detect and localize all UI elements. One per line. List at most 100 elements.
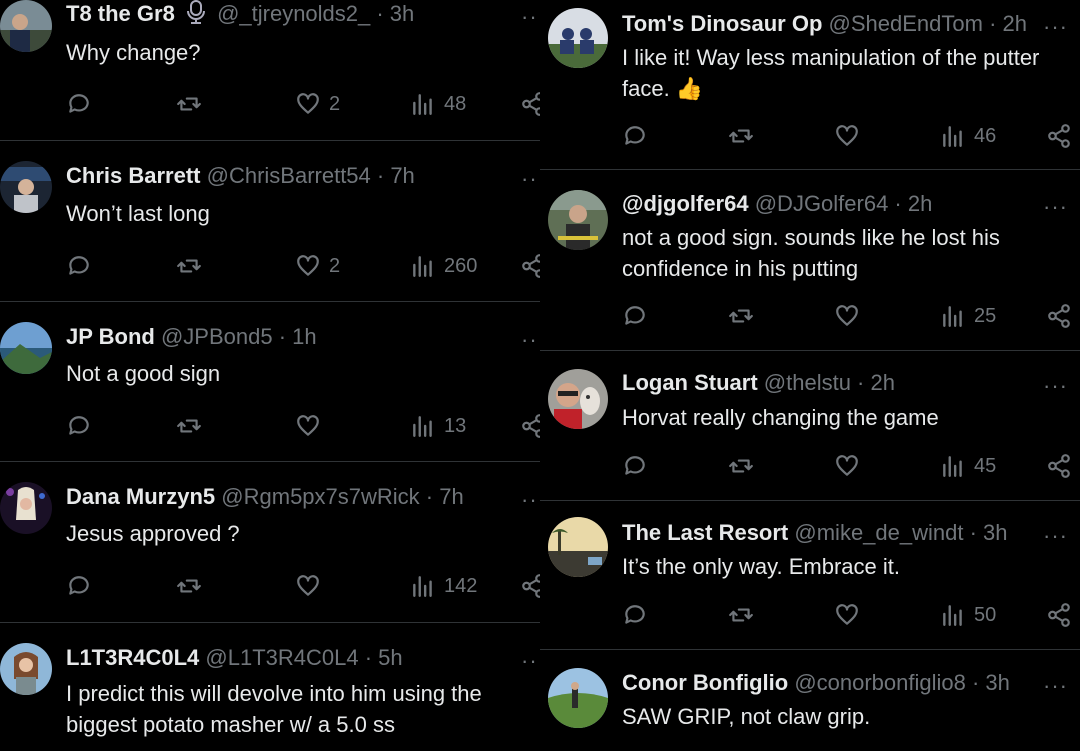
author-handle[interactable]: @DJGolfer64 · 2h	[755, 191, 933, 216]
avatar[interactable]	[0, 0, 52, 52]
reply-tweet[interactable]: Dana Murzyn5 @Rgm5px7s7wRick · 7h ··· Je…	[0, 462, 540, 623]
more-options-icon[interactable]: ···	[1043, 675, 1068, 697]
avatar[interactable]	[548, 369, 608, 429]
reply-button[interactable]	[66, 412, 92, 440]
reply-icon	[69, 256, 89, 275]
reply-button[interactable]	[622, 122, 648, 150]
views-button[interactable]: 13	[410, 412, 466, 440]
views-button[interactable]: 260	[410, 252, 477, 280]
like-button[interactable]	[295, 572, 329, 600]
author-name[interactable]: L1T3R4C0L4	[66, 645, 199, 670]
avatar[interactable]	[548, 517, 608, 577]
repost-button[interactable]	[176, 572, 202, 600]
avatar[interactable]	[0, 322, 52, 374]
avatar[interactable]	[0, 643, 52, 695]
reply-tweet[interactable]: T8 the Gr8 @_tjreynolds2_ · 3h ··· Why c…	[0, 0, 540, 141]
share-button[interactable]	[1046, 452, 1072, 480]
author-handle[interactable]: @ShedEndTom · 2h	[829, 11, 1027, 36]
author-handle[interactable]: @_tjreynolds2_ · 3h	[217, 1, 414, 26]
repost-button[interactable]	[728, 601, 754, 629]
reply-tweet[interactable]: Tom's Dinosaur Op @ShedEndTom · 2h ··· I…	[540, 0, 1080, 170]
more-options-icon[interactable]: ···	[1043, 375, 1068, 397]
reply-tweet[interactable]: Chris Barrett @ChrisBarrett54 · 7h ··· W…	[0, 141, 540, 302]
like-button[interactable]: 2	[295, 90, 340, 118]
share-button[interactable]	[1046, 601, 1072, 629]
reply-tweet[interactable]: The Last Resort @mike_de_windt · 3h ··· …	[540, 501, 1080, 650]
author-handle[interactable]: @ChrisBarrett54 · 7h	[207, 163, 415, 188]
share-button[interactable]	[520, 90, 540, 118]
views-button[interactable]: 25	[940, 302, 996, 330]
author-name[interactable]: JP Bond	[66, 324, 155, 349]
left-reply-column: T8 the Gr8 @_tjreynolds2_ · 3h ··· Why c…	[0, 0, 540, 751]
like-button[interactable]	[834, 452, 868, 480]
reply-tweet[interactable]: @djgolfer64 @DJGolfer64 · 2h ··· not a g…	[540, 170, 1080, 351]
repost-button[interactable]	[728, 122, 754, 150]
like-button[interactable]	[834, 601, 868, 629]
repost-button[interactable]	[176, 252, 202, 280]
author-handle[interactable]: @L1T3R4C0L4 · 5h	[205, 645, 402, 670]
reply-button[interactable]	[622, 452, 648, 480]
reply-button[interactable]	[66, 90, 92, 118]
like-button[interactable]	[834, 122, 868, 150]
author-name[interactable]: Dana Murzyn5	[66, 484, 215, 509]
share-button[interactable]	[520, 572, 540, 600]
author-name[interactable]: Tom's Dinosaur Op	[622, 11, 822, 36]
author-name[interactable]: The Last Resort	[622, 520, 788, 545]
more-options-icon[interactable]: ···	[1043, 525, 1068, 547]
reply-tweet[interactable]: JP Bond @JPBond5 · 1h ··· Not a good sig…	[0, 302, 540, 462]
reply-button[interactable]	[622, 302, 648, 330]
share-button[interactable]	[520, 412, 540, 440]
avatar[interactable]	[0, 161, 52, 213]
reply-icon	[69, 416, 89, 435]
share-button[interactable]	[1046, 122, 1072, 150]
author-handle[interactable]: @JPBond5 · 1h	[161, 324, 317, 349]
author-handle[interactable]: @Rgm5px7s7wRick · 7h	[221, 484, 463, 509]
more-options-icon[interactable]: ···	[521, 329, 540, 351]
reply-tweet[interactable]: Conor Bonfiglio @conorbonfiglio8 · 3h ··…	[540, 650, 1080, 751]
share-button[interactable]	[520, 252, 540, 280]
repost-button[interactable]	[728, 452, 754, 480]
reply-tweet[interactable]: L1T3R4C0L4 @L1T3R4C0L4 · 5h ··· I predic…	[0, 623, 540, 751]
reply-icon	[625, 605, 645, 624]
share-icon	[522, 414, 540, 438]
author-name[interactable]: T8 the Gr8	[66, 1, 175, 26]
reply-button[interactable]	[66, 572, 92, 600]
avatar[interactable]	[548, 668, 608, 728]
author-name[interactable]: Conor Bonfiglio	[622, 670, 788, 695]
author-name[interactable]: Chris Barrett	[66, 163, 200, 188]
more-options-icon[interactable]: ···	[1043, 16, 1068, 38]
author-handle[interactable]: @thelstu · 2h	[764, 370, 895, 395]
views-button[interactable]: 45	[940, 452, 996, 480]
heart-icon	[297, 575, 319, 596]
author-name[interactable]: Logan Stuart	[622, 370, 758, 395]
reply-tweet[interactable]: Logan Stuart @thelstu · 2h ··· Horvat re…	[540, 351, 1080, 501]
avatar[interactable]	[0, 482, 52, 534]
author-handle[interactable]: @mike_de_windt · 3h	[794, 520, 1007, 545]
repost-button[interactable]	[728, 302, 754, 330]
like-button[interactable]	[295, 412, 329, 440]
avatar[interactable]	[548, 8, 608, 68]
like-button[interactable]	[834, 302, 868, 330]
views-button[interactable]: 142	[410, 572, 477, 600]
author-name[interactable]: @djgolfer64	[622, 191, 749, 216]
more-options-icon[interactable]: ···	[521, 6, 540, 28]
tweet-text: Won’t last long	[66, 201, 210, 226]
author-handle[interactable]: @conorbonfiglio8 · 3h	[794, 670, 1010, 695]
share-button[interactable]	[1046, 302, 1072, 330]
repost-button[interactable]	[176, 90, 202, 118]
views-button[interactable]: 50	[940, 601, 996, 629]
views-chart-icon	[943, 456, 962, 477]
repost-button[interactable]	[176, 412, 202, 440]
like-button[interactable]: 2	[295, 252, 340, 280]
reply-button[interactable]	[66, 252, 92, 280]
reply-button[interactable]	[622, 601, 648, 629]
more-options-icon[interactable]: ···	[1043, 196, 1068, 218]
tweet-text: Not a good sign	[66, 361, 221, 386]
more-options-icon[interactable]: ···	[521, 489, 540, 511]
views-button[interactable]: 46	[940, 122, 996, 150]
avatar[interactable]	[548, 190, 608, 250]
more-options-icon[interactable]: ···	[521, 650, 540, 672]
like-count: 2	[329, 92, 341, 115]
views-button[interactable]: 48	[410, 90, 466, 118]
more-options-icon[interactable]: ···	[521, 168, 540, 190]
